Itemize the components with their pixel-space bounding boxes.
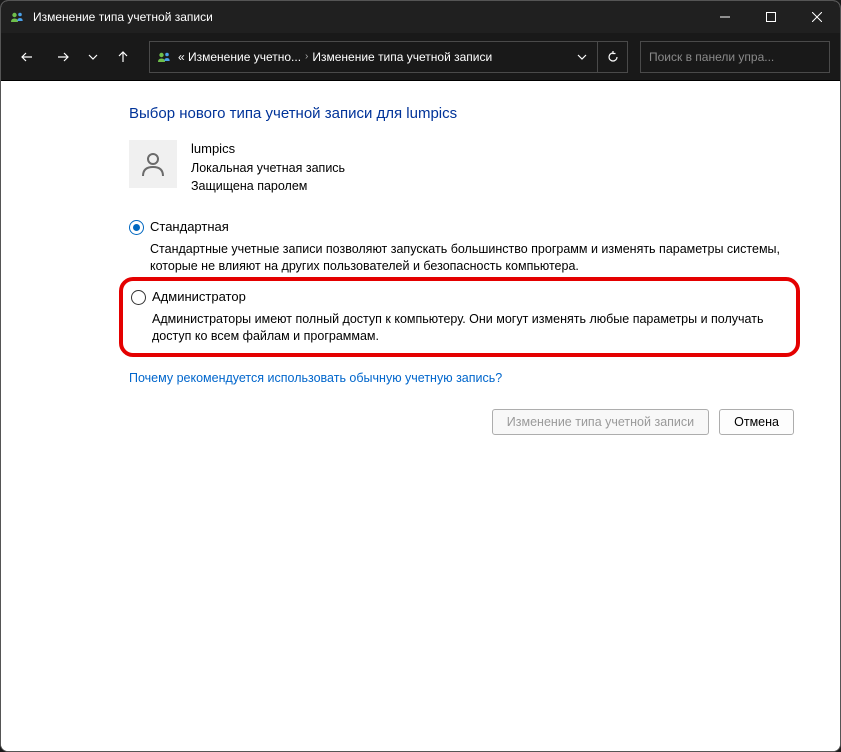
page-heading: Выбор нового типа учетной записи для lum… — [129, 105, 800, 122]
breadcrumb-segment[interactable]: « Изменение учетно... — [178, 50, 301, 64]
user-password-status: Защищена паролем — [191, 177, 345, 195]
breadcrumb-segment[interactable]: Изменение типа учетной записи — [312, 50, 567, 64]
nav-up-button[interactable] — [107, 41, 139, 73]
navbar: « Изменение учетно... › Изменение типа у… — [1, 33, 840, 81]
chevron-right-icon: › — [305, 51, 308, 62]
minimize-button[interactable] — [702, 1, 748, 33]
window-title: Изменение типа учетной записи — [33, 10, 213, 24]
content-area: Выбор нового типа учетной записи для lum… — [1, 81, 840, 751]
search-input[interactable] — [649, 50, 821, 64]
titlebar: Изменение типа учетной записи — [1, 1, 840, 33]
option-standard[interactable]: Стандартная — [129, 217, 800, 237]
radio-icon — [131, 290, 146, 305]
option-label: Администратор — [152, 289, 246, 304]
avatar — [129, 140, 177, 188]
close-button[interactable] — [794, 1, 840, 33]
account-type-options: Стандартная Стандартные учетные записи п… — [129, 217, 800, 357]
footer-buttons: Изменение типа учетной записи Отмена — [129, 409, 800, 435]
window: Изменение типа учетной записи — [0, 0, 841, 752]
search-box[interactable] — [640, 41, 830, 73]
option-standard-desc: Стандартные учетные записи позволяют зап… — [129, 241, 789, 275]
nav-back-button[interactable] — [11, 41, 43, 73]
user-info: lumpics Локальная учетная запись Защищен… — [191, 140, 345, 195]
window-controls — [702, 1, 840, 33]
breadcrumb-dropdown-button[interactable] — [567, 42, 597, 72]
change-type-button[interactable]: Изменение типа учетной записи — [492, 409, 709, 435]
user-accounts-icon — [9, 9, 25, 25]
nav-recent-button[interactable] — [83, 41, 103, 73]
user-account-type: Локальная учетная запись — [191, 159, 345, 177]
refresh-button[interactable] — [597, 42, 627, 72]
highlight-callout: Администратор Администраторы имеют полны… — [119, 277, 800, 357]
radio-icon — [129, 220, 144, 235]
user-accounts-icon — [156, 49, 172, 65]
breadcrumb[interactable]: « Изменение учетно... › Изменение типа у… — [149, 41, 628, 73]
user-name: lumpics — [191, 140, 345, 159]
nav-forward-button[interactable] — [47, 41, 79, 73]
cancel-button[interactable]: Отмена — [719, 409, 794, 435]
help-link[interactable]: Почему рекомендуется использовать обычну… — [129, 371, 502, 385]
option-label: Стандартная — [150, 219, 229, 234]
user-block: lumpics Локальная учетная запись Защищен… — [129, 140, 800, 195]
maximize-button[interactable] — [748, 1, 794, 33]
option-admin[interactable]: Администратор — [131, 287, 786, 307]
option-admin-desc: Администраторы имеют полный доступ к ком… — [131, 311, 786, 345]
